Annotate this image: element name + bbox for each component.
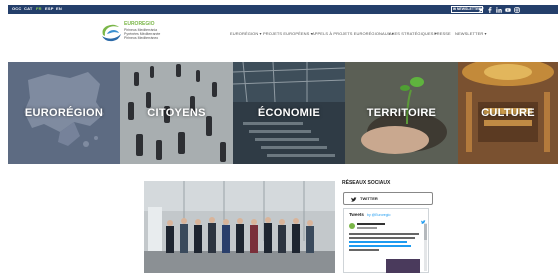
tile-label: EURORÉGION xyxy=(24,107,104,119)
tweet-media-thumbnail[interactable] xyxy=(386,259,420,273)
nav-item-axes-strategiques[interactable]: AXES STRATÉGIQUES ▾ xyxy=(389,31,437,36)
facebook-icon[interactable] xyxy=(487,6,493,13)
nav-item-projets-europeens[interactable]: PROJETS EUROPÉENS ▾ xyxy=(263,31,313,36)
tile-territoire[interactable]: TERRITOIRE xyxy=(345,62,458,164)
avatar xyxy=(349,223,355,229)
tweets-heading: Tweets xyxy=(349,212,364,217)
nav-item-newsletter[interactable]: NEWSLETTER ▾ xyxy=(455,31,487,36)
tweet-text-placeholder xyxy=(349,245,411,247)
tile-culture[interactable]: CULTURE xyxy=(458,62,558,164)
language-link-occ[interactable]: OCC xyxy=(12,6,22,11)
euroregio-logo-icon xyxy=(102,24,121,42)
nav-item-presse[interactable]: PRESSE xyxy=(434,31,451,36)
nav-item-euroregion[interactable]: EURORÉGION ▾ xyxy=(230,31,262,36)
twitter-icon xyxy=(350,196,357,207)
logo-line: Pirineos Mediterráneo xyxy=(124,36,159,40)
tile-label: CITOYENS xyxy=(147,107,206,119)
language-link-esp[interactable]: ESP xyxy=(45,6,54,11)
group-photo-image xyxy=(144,181,335,273)
twitter-timeline[interactable]: Tweets by @Euroregio xyxy=(343,208,429,273)
news-photo[interactable] xyxy=(144,181,335,273)
top-bar: OCC CAT FR ESP EN ✉ NEWSLETTER xyxy=(8,5,558,14)
social-section-title: RÉSEAUX SOCIAUX xyxy=(342,180,391,186)
language-link-fr[interactable]: FR xyxy=(36,6,42,11)
twitter-button-label: TWITTER xyxy=(360,196,378,201)
tile-label: ÉCONOMIE xyxy=(257,107,321,119)
linkedin-icon[interactable] xyxy=(496,6,502,13)
mail-icon: ✉ xyxy=(452,7,456,11)
category-tiles: EURORÉGION CITOYENS ÉCONOMIE TERRITOIRE … xyxy=(8,62,558,164)
instagram-icon[interactable] xyxy=(514,6,520,13)
tweet-text-placeholder xyxy=(349,249,379,251)
twitter-icon[interactable] xyxy=(478,6,484,13)
nav-item-appels-a-projets[interactable]: APPELS À PROJETS EURORÉGIONAUX ▾ xyxy=(312,31,394,36)
logo-title: EUROREGIO xyxy=(124,21,155,27)
tile-label: TERRITOIRE xyxy=(366,107,437,119)
tweets-by-link[interactable]: by @Euroregio xyxy=(367,213,390,217)
tweet-text-placeholder xyxy=(349,237,415,239)
tweet-text-placeholder xyxy=(357,223,385,225)
language-link-cat[interactable]: CAT xyxy=(24,6,33,11)
tile-economie[interactable]: ÉCONOMIE xyxy=(233,62,345,164)
tweet-text-placeholder xyxy=(349,241,407,243)
twitter-button[interactable]: TWITTER xyxy=(343,192,433,205)
tile-citoyens[interactable]: CITOYENS xyxy=(120,62,233,164)
tile-label: CULTURE xyxy=(481,107,535,119)
timeline-scrollbar-thumb[interactable] xyxy=(424,224,427,240)
youtube-icon[interactable] xyxy=(505,7,511,13)
tweet-text-placeholder xyxy=(357,227,377,229)
tweet-text-placeholder xyxy=(349,233,419,235)
language-link-en[interactable]: EN xyxy=(56,6,62,11)
tile-euroregion[interactable]: EURORÉGION xyxy=(8,62,120,164)
